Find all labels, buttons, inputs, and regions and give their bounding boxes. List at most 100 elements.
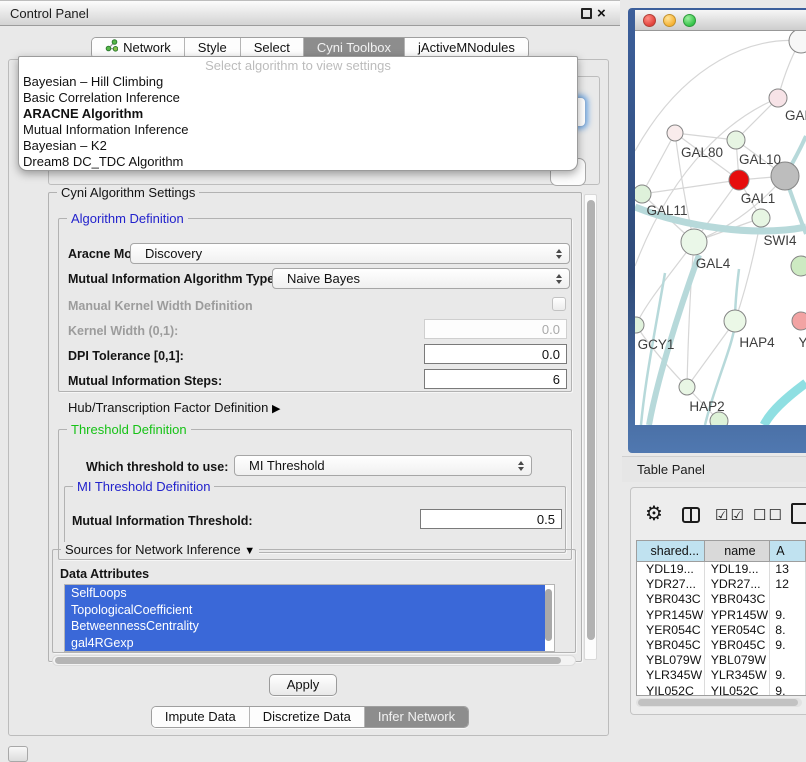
tab-style[interactable]: Style (184, 38, 240, 58)
table-cell: YLR345W (705, 668, 771, 683)
hub-definition-toggle[interactable]: Hub/Transcription Factor Definition ▶ (68, 400, 280, 415)
table-row[interactable]: YDL19...YDL19...13 (637, 562, 806, 577)
minimize-traffic-light[interactable] (663, 14, 676, 27)
table-row[interactable]: YPR145WYPR145W9. (637, 608, 806, 623)
kernel-width-field[interactable] (424, 319, 567, 339)
table-cell: 13 (770, 562, 806, 577)
table-row[interactable]: YBL079WYBL079W (637, 653, 806, 668)
dpi-tolerance-field[interactable] (424, 344, 567, 364)
collapse-down-icon[interactable]: ▼ (244, 545, 255, 557)
deselect-all-checkboxes-icon[interactable]: ☐☐ (753, 506, 784, 524)
table-cell (770, 592, 806, 607)
network-node[interactable] (724, 310, 746, 332)
network-node[interactable] (679, 379, 695, 395)
settings-group-title: Cyni Algorithm Settings (57, 185, 199, 200)
tab-cyni-toolbox[interactable]: Cyni Toolbox (303, 38, 404, 58)
zoom-traffic-light[interactable] (683, 14, 696, 27)
bottom-tab-infer-network[interactable]: Infer Network (364, 707, 468, 727)
network-canvas[interactable]: GAL80GAL10GAL1GAL11SWI4GAL4GCY1HAP4YHAP2… (635, 31, 806, 425)
aracne-mode-combo[interactable]: Discovery (130, 243, 570, 264)
data-attribute-item[interactable]: TopologicalCoefficient (65, 602, 545, 619)
table-cell: 8. (770, 623, 806, 638)
node-label: GAL80 (681, 145, 723, 160)
scrollbar-thumb[interactable] (638, 699, 798, 706)
bottom-tab-bar: Impute DataDiscretize DataInfer Network (0, 706, 620, 728)
table-row[interactable]: YER054CYER054C8. (637, 623, 806, 638)
table-horizontal-scrollbar[interactable] (636, 698, 802, 707)
data-attribute-item[interactable]: BetweennessCentrality (65, 618, 545, 635)
network-node[interactable] (727, 131, 745, 149)
file-icon[interactable] (791, 503, 806, 524)
manual-kernel-checkbox[interactable] (552, 297, 566, 311)
close-icon[interactable]: × (597, 1, 606, 26)
aracne-mode-value: Discovery (145, 244, 202, 263)
tab-style-label: Style (198, 38, 227, 58)
table-row[interactable]: YBR045CYBR045C9. (637, 638, 806, 653)
scrollbar-thumb[interactable] (55, 657, 561, 664)
table-cell: YPR145W (637, 608, 705, 623)
table-row[interactable]: YBR043CYBR043C (637, 592, 806, 607)
collapsed-panel-button[interactable] (8, 746, 28, 762)
network-node[interactable] (792, 312, 806, 330)
network-node[interactable] (667, 125, 683, 141)
settings-vertical-scrollbar[interactable] (584, 194, 597, 660)
gear-icon[interactable]: ⚙ (645, 503, 663, 525)
select-all-checkboxes-icon[interactable]: ☑☑ (715, 506, 746, 524)
tab-jactivemnodules[interactable]: jActiveMNodules (404, 38, 528, 58)
network-node[interactable] (789, 31, 806, 53)
node-label: SWI4 (763, 233, 796, 248)
algorithm-dropdown-list: Select algorithm to view settings Bayesi… (18, 56, 578, 171)
tab-select[interactable]: Select (240, 38, 303, 58)
network-graph[interactable]: GAL80GAL10GAL1GAL11SWI4GAL4GCY1HAP4YHAP2… (635, 31, 806, 425)
network-node[interactable] (729, 170, 749, 190)
table-row[interactable]: YDR27...YDR27...12 (637, 577, 806, 592)
column-header-name[interactable]: name (705, 541, 771, 561)
scrollbar-thumb[interactable] (545, 589, 552, 641)
mi-type-combo[interactable]: Naive Bayes (272, 268, 570, 289)
attribute-items: SelfLoopsTopologicalCoefficientBetweenne… (65, 585, 554, 651)
data-attribute-item[interactable]: gal4RGexp (65, 635, 545, 652)
table-cell: YBR045C (637, 638, 705, 653)
algorithm-option-basic-correlation-inference[interactable]: Basic Correlation Inference (19, 90, 577, 106)
mi-threshold-field[interactable] (420, 509, 562, 529)
network-window-titlebar[interactable] (635, 10, 806, 31)
list-scrollbar[interactable] (545, 587, 553, 650)
network-node[interactable] (769, 89, 787, 107)
float-window-icon[interactable] (581, 8, 592, 19)
dropdown-items: Bayesian – Hill ClimbingBasic Correlatio… (19, 74, 577, 170)
network-node[interactable] (791, 256, 806, 276)
network-edge[interactable] (642, 133, 675, 194)
column-header-shared[interactable]: shared... (637, 541, 705, 561)
tab-jactivemnodules-label: jActiveMNodules (418, 38, 515, 58)
network-node[interactable] (752, 209, 770, 227)
data-attribute-item[interactable]: SelfLoops (65, 585, 545, 602)
table-row[interactable]: YIL052CYIL052C9. (637, 684, 806, 696)
algorithm-option-aracne-algorithm[interactable]: ARACNE Algorithm (19, 106, 577, 122)
network-node[interactable] (635, 317, 644, 333)
algorithm-option-bayesian-hill-climbing[interactable]: Bayesian – Hill Climbing (19, 74, 577, 90)
bottom-tab-segments: Impute DataDiscretize DataInfer Network (151, 706, 469, 728)
network-edge[interactable] (642, 180, 739, 194)
algorithm-option-mutual-information-inference[interactable]: Mutual Information Inference (19, 122, 577, 138)
algorithm-option-bayesian-k2[interactable]: Bayesian – K2 (19, 138, 577, 154)
tab-network[interactable]: Network (92, 38, 184, 58)
settings-horizontal-scrollbar[interactable] (52, 655, 576, 666)
scrollbar-thumb[interactable] (587, 200, 595, 640)
network-node[interactable] (681, 229, 707, 255)
mi-threshold-label: Mutual Information Threshold: (72, 514, 253, 528)
bottom-tab-impute-data[interactable]: Impute Data (152, 707, 249, 727)
dropdown-placeholder: Select algorithm to view settings (19, 58, 577, 74)
columns-icon[interactable] (682, 507, 700, 523)
which-threshold-combo[interactable]: MI Threshold (234, 455, 532, 476)
network-edge[interactable] (636, 242, 694, 325)
table-row[interactable]: YLR345WYLR345W9. (637, 668, 806, 683)
column-header-a[interactable]: A (770, 541, 806, 561)
apply-button[interactable]: Apply (269, 674, 337, 696)
network-node[interactable] (635, 185, 651, 203)
mi-steps-field[interactable] (424, 369, 567, 389)
algorithm-option-dream8-dc-tdc-algorithm[interactable]: Dream8 DC_TDC Algorithm (19, 154, 577, 170)
network-edge[interactable] (764, 383, 806, 425)
close-traffic-light[interactable] (643, 14, 656, 27)
mi-threshold-definition-title: MI Threshold Definition (73, 479, 214, 494)
bottom-tab-discretize-data[interactable]: Discretize Data (249, 707, 364, 727)
